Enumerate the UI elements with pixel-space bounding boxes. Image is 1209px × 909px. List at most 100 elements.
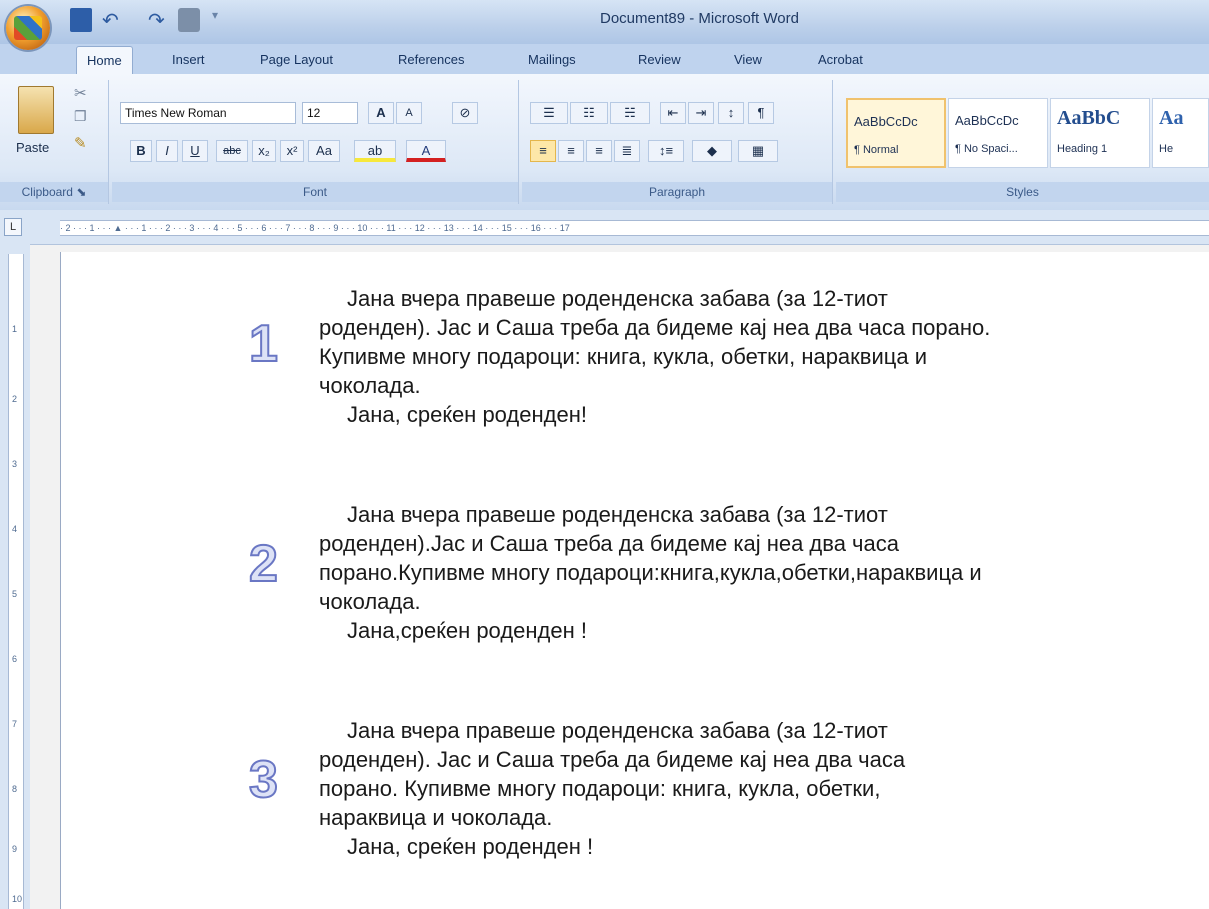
style-name: ¶ Normal (854, 144, 899, 156)
paragraph-line: порано. Купивме многу подароци: книга, к… (319, 776, 881, 801)
paste-label[interactable]: Paste (16, 140, 49, 155)
highlight-color-button[interactable]: ab (354, 140, 396, 162)
quick-print-icon[interactable] (178, 8, 200, 32)
vertical-ruler: 1 2 3 4 5 6 7 8 9 10 (0, 244, 30, 909)
paragraph-line: порано.Купивме многу подароци:книга,кукл… (319, 560, 982, 585)
paragraph-closing: Јана,среќен роденден ! (347, 618, 587, 643)
vertical-ruler-tick: 1 (12, 324, 18, 334)
style-name: ¶ No Spaci... (955, 143, 1018, 155)
strikethrough-button[interactable]: abc (216, 140, 248, 162)
style-sample: AaBbCcDc (955, 113, 1019, 128)
style-no-spacing[interactable]: AaBbCcDc ¶ No Spaci... (948, 98, 1048, 168)
style-heading-1[interactable]: AaBbC Heading 1 (1050, 98, 1150, 168)
line-spacing-icon[interactable]: ↕≡ (648, 140, 684, 162)
shrink-font-button[interactable]: A (396, 102, 422, 124)
tab-page-layout[interactable]: Page Layout (260, 52, 333, 67)
style-sample: Aa (1159, 107, 1184, 129)
ribbon: Paste ✂ ❐ ✎ Clipboard ⬊ Times New Roman … (0, 74, 1209, 211)
redo-icon[interactable]: ↷ (148, 8, 170, 32)
undo-icon[interactable]: ↶ (102, 8, 124, 32)
paragraph-closing: Јана, среќен роденден! (347, 402, 587, 427)
paragraph-block-2[interactable]: Јана вчера правеше роденденска забава (з… (319, 500, 1189, 645)
justify-icon[interactable]: ≣ (614, 140, 640, 162)
paragraph-line: Јана вчера правеше роденденска забава (з… (347, 286, 888, 311)
clear-formatting-icon[interactable]: ⊘ (452, 102, 478, 124)
wordart-number-3: 3 (248, 750, 279, 810)
increase-indent-icon[interactable]: ⇥ (688, 102, 714, 124)
tab-selector-icon[interactable]: L (4, 218, 22, 236)
font-group: Times New Roman 12 A A ⊘ B I U abc x₂ x²… (112, 80, 519, 204)
align-left-icon[interactable]: ≡ (530, 140, 556, 162)
save-icon[interactable] (70, 8, 92, 32)
show-formatting-marks-icon[interactable]: ¶ (748, 102, 774, 124)
font-group-label: Font (112, 182, 518, 202)
style-name: Heading 1 (1057, 143, 1108, 155)
style-heading-2[interactable]: Aa He (1152, 98, 1209, 168)
sort-icon[interactable]: ↕ (718, 102, 744, 124)
horizontal-ruler: L · 2 · · · 1 · · · ▲ · · · 1 · · · 2 · … (0, 210, 1209, 245)
copy-icon[interactable]: ❐ (74, 108, 87, 125)
vertical-ruler-tick: 10 (12, 894, 23, 904)
style-name: He (1159, 143, 1174, 155)
underline-button[interactable]: U (182, 140, 208, 162)
tab-acrobat[interactable]: Acrobat (818, 52, 863, 67)
paragraph-line: роденден). Јас и Саша треба да бидеме ка… (319, 315, 991, 340)
paragraph-line: Јана вчера правеше роденденска забава (з… (347, 718, 888, 743)
paragraph-line: чоколада. (319, 589, 421, 614)
tab-mailings[interactable]: Mailings (528, 52, 576, 67)
tab-insert[interactable]: Insert (172, 52, 205, 67)
window-title: Document89 - Microsoft Word (600, 10, 799, 27)
ribbon-tabs: Home Insert Page Layout References Maili… (0, 44, 1209, 74)
tab-home[interactable]: Home (76, 46, 133, 74)
customize-qat-icon[interactable]: ▾ (212, 8, 234, 32)
office-button[interactable] (6, 6, 50, 50)
paragraph-line: чоколада. (319, 373, 421, 398)
clipboard-group-label-text: Clipboard (21, 185, 73, 199)
italic-button[interactable]: I (156, 140, 178, 162)
multilevel-list-icon[interactable]: ☵ (610, 102, 650, 124)
vertical-ruler-tick: 2 (12, 394, 18, 404)
align-center-icon[interactable]: ≡ (558, 140, 584, 162)
office-logo-icon (14, 16, 42, 40)
tab-view[interactable]: View (734, 52, 762, 67)
paragraph-group-label: Paragraph (522, 182, 832, 202)
superscript-button[interactable]: x² (280, 140, 304, 162)
paragraph-group: ☰ ☷ ☵ ⇤ ⇥ ↕ ¶ ≡ ≡ ≡ ≣ ↕≡ ◆ ▦ Paragraph (522, 80, 833, 204)
vertical-ruler-scale: 1 2 3 4 5 6 7 8 9 10 (8, 254, 24, 909)
vertical-ruler-tick: 8 (12, 784, 18, 794)
clipboard-group-label: Clipboard ⬊ (0, 182, 108, 202)
numbering-icon[interactable]: ☷ (570, 102, 608, 124)
clipboard-group: Paste ✂ ❐ ✎ Clipboard ⬊ (0, 80, 109, 204)
change-case-button[interactable]: Aa (308, 140, 340, 162)
subscript-button[interactable]: x₂ (252, 140, 276, 162)
vertical-ruler-tick: 5 (12, 589, 18, 599)
style-normal[interactable]: AaBbCcDc ¶ Normal (846, 98, 946, 168)
tab-review[interactable]: Review (638, 52, 681, 67)
font-size-box[interactable]: 12 (302, 102, 358, 124)
bullets-icon[interactable]: ☰ (530, 102, 568, 124)
shading-icon[interactable]: ◆ (692, 140, 732, 162)
style-sample: AaBbC (1057, 107, 1121, 129)
style-sample: AaBbCcDc (854, 114, 918, 129)
paragraph-line: нараквица и чоколада. (319, 805, 553, 830)
vertical-ruler-tick: 7 (12, 719, 18, 729)
tab-references[interactable]: References (398, 52, 464, 67)
format-painter-icon[interactable]: ✎ (74, 134, 87, 152)
paragraph-block-3[interactable]: Јана вчера правеше роденденска забава (з… (319, 716, 1189, 861)
wordart-number-2: 2 (248, 534, 279, 594)
styles-group-label: Styles (836, 182, 1209, 202)
borders-icon[interactable]: ▦ (738, 140, 778, 162)
cut-icon[interactable]: ✂ (74, 84, 87, 102)
paste-icon[interactable] (18, 86, 54, 134)
font-name-box[interactable]: Times New Roman (120, 102, 296, 124)
bold-button[interactable]: B (130, 140, 152, 162)
align-right-icon[interactable]: ≡ (586, 140, 612, 162)
vertical-ruler-tick: 3 (12, 459, 18, 469)
document-page[interactable]: 1 Јана вчера правеше роденденска забава … (60, 252, 1209, 909)
title-bar: ↶ ↷ ▾ Document89 - Microsoft Word (0, 0, 1209, 50)
decrease-indent-icon[interactable]: ⇤ (660, 102, 686, 124)
font-color-button[interactable]: A (406, 140, 446, 162)
ruler-scale[interactable]: · 2 · · · 1 · · · ▲ · · · 1 · · · 2 · · … (60, 220, 1209, 236)
paragraph-block-1[interactable]: Јана вчера правеше роденденска забава (з… (319, 284, 1189, 429)
grow-font-button[interactable]: A (368, 102, 394, 124)
